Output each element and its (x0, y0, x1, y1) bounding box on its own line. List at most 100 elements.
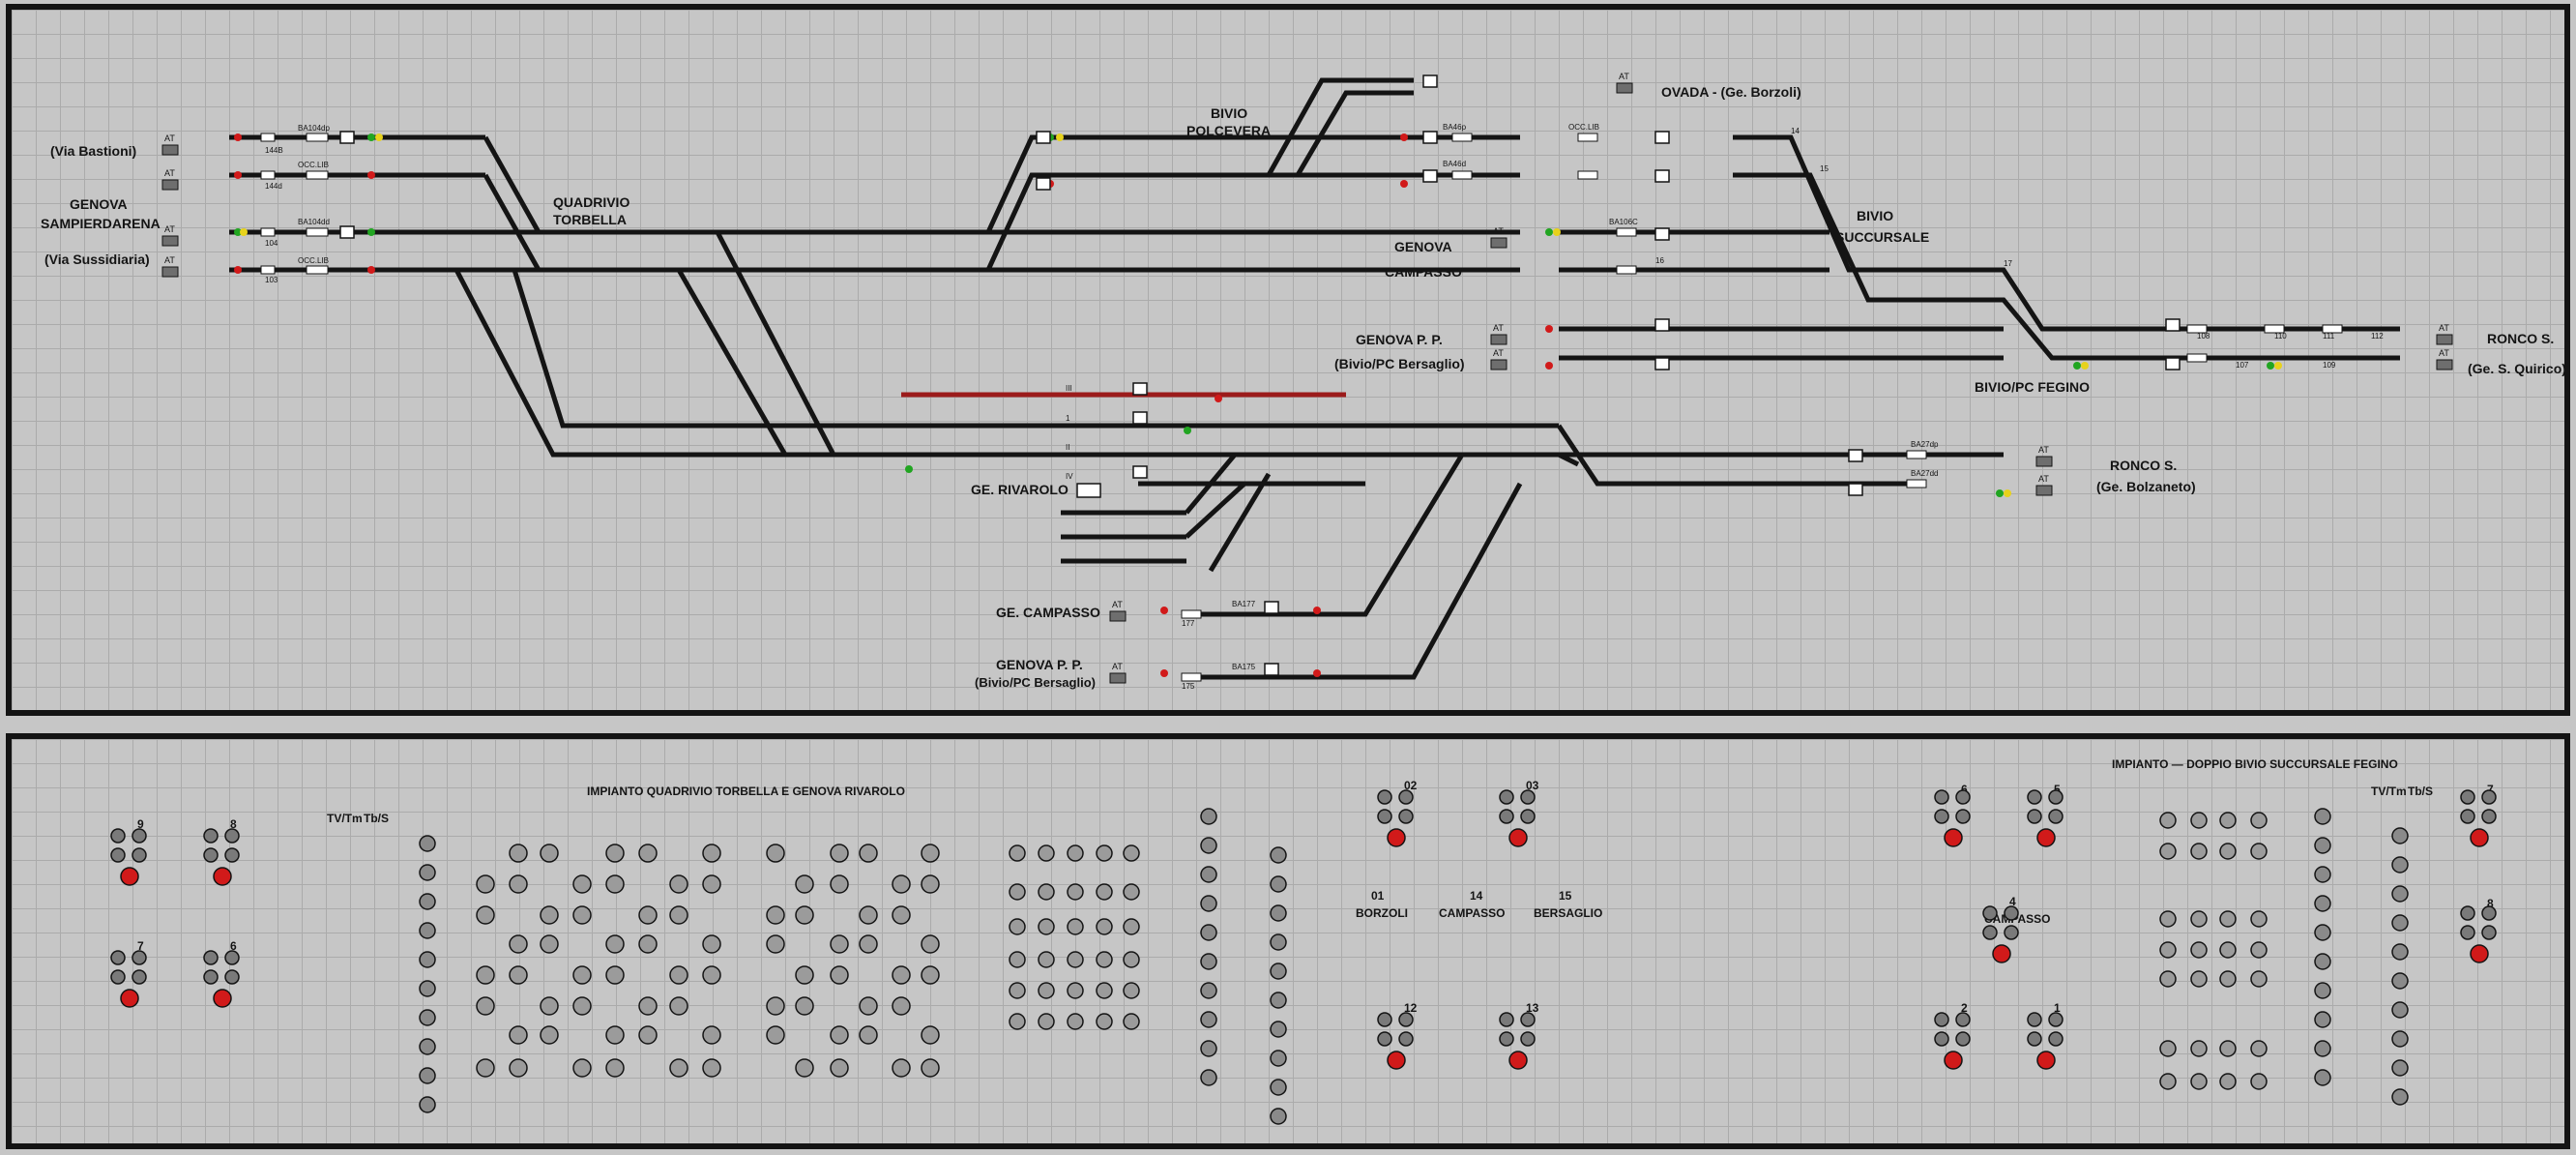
at-button[interactable] (1109, 672, 1127, 684)
signal-green[interactable] (2267, 362, 2274, 370)
control-button[interactable] (2190, 910, 2208, 928)
control-button[interactable] (540, 1025, 559, 1045)
control-button[interactable] (1200, 924, 1217, 941)
signal-green[interactable] (1184, 427, 1191, 434)
control-button[interactable] (1934, 789, 1949, 805)
control-button[interactable] (1200, 953, 1217, 970)
control-button[interactable] (605, 1025, 625, 1045)
at-button[interactable] (161, 179, 179, 191)
control-button[interactable] (2004, 905, 2019, 921)
control-button[interactable] (1096, 918, 1113, 935)
control-button[interactable] (476, 1058, 495, 1078)
control-button[interactable] (1499, 1031, 1514, 1047)
control-button[interactable] (203, 969, 219, 985)
control-button[interactable] (2190, 970, 2208, 988)
control-button[interactable] (638, 996, 658, 1016)
control-button[interactable] (2048, 789, 2064, 805)
control-button[interactable] (921, 1058, 940, 1078)
block-box[interactable] (1451, 133, 1473, 142)
block-box[interactable] (1616, 227, 1637, 237)
control-button[interactable] (1038, 1013, 1055, 1030)
control-button[interactable] (476, 996, 495, 1016)
control-button[interactable] (2219, 843, 2237, 860)
block-box[interactable] (260, 265, 276, 275)
control-button[interactable] (110, 847, 126, 863)
control-button[interactable] (921, 965, 940, 985)
control-button[interactable] (509, 1058, 528, 1078)
control-button[interactable] (1200, 808, 1217, 825)
control-button[interactable] (2027, 1031, 2042, 1047)
control-button[interactable] (1067, 844, 1084, 862)
control-button[interactable] (1067, 883, 1084, 901)
control-button[interactable] (224, 950, 240, 965)
control-button[interactable] (2190, 941, 2208, 959)
signal-red[interactable] (1400, 133, 1408, 141)
signal-box-icon[interactable] (1264, 601, 1279, 614)
signal-red[interactable] (1545, 325, 1553, 333)
control-button[interactable] (2219, 941, 2237, 959)
control-button[interactable] (2470, 828, 2489, 847)
control-button[interactable] (213, 867, 232, 886)
control-button[interactable] (766, 996, 785, 1016)
control-button[interactable] (476, 965, 495, 985)
signal-box-icon[interactable] (1654, 131, 1670, 144)
track-rivarolo-1[interactable] (512, 269, 1559, 429)
signal-red[interactable] (1215, 395, 1222, 402)
control-button[interactable] (2048, 809, 2064, 824)
control-button[interactable] (2159, 970, 2177, 988)
control-button[interactable] (702, 965, 721, 985)
control-button[interactable] (2314, 866, 2331, 883)
block-box[interactable] (1577, 133, 1598, 142)
signal-box-icon[interactable] (1132, 382, 1148, 396)
control-button[interactable] (1123, 918, 1140, 935)
control-button[interactable] (1096, 883, 1113, 901)
control-button[interactable] (1270, 1021, 1287, 1038)
control-button[interactable] (1038, 982, 1055, 999)
signal-green[interactable] (905, 465, 913, 473)
control-button[interactable] (572, 1058, 592, 1078)
control-button[interactable] (702, 1025, 721, 1045)
control-button[interactable] (1270, 933, 1287, 951)
control-button[interactable] (419, 951, 436, 968)
control-button[interactable] (540, 996, 559, 1016)
control-button[interactable] (2391, 885, 2409, 903)
signal-yellow[interactable] (2081, 362, 2089, 370)
control-button[interactable] (203, 828, 219, 844)
control-button[interactable] (2219, 970, 2237, 988)
control-button[interactable] (1955, 1031, 1971, 1047)
at-button[interactable] (1490, 237, 1508, 249)
control-button[interactable] (638, 934, 658, 954)
control-button[interactable] (224, 828, 240, 844)
control-button[interactable] (1520, 1031, 1536, 1047)
signal-red[interactable] (1160, 669, 1168, 677)
at-button[interactable] (161, 235, 179, 247)
control-button[interactable] (2027, 1012, 2042, 1027)
signal-yellow[interactable] (2274, 362, 2282, 370)
control-button[interactable] (2314, 808, 2331, 825)
block-box[interactable] (2186, 353, 2208, 363)
signal-yellow[interactable] (1056, 133, 1064, 141)
at-button[interactable] (161, 144, 179, 156)
signal-box-icon[interactable] (2165, 318, 2181, 332)
track-crossover-2[interactable] (715, 230, 836, 457)
control-button[interactable] (2470, 944, 2489, 963)
signal-red[interactable] (367, 266, 375, 274)
control-button[interactable] (572, 905, 592, 925)
control-button[interactable] (2250, 970, 2268, 988)
control-button[interactable] (1982, 905, 1998, 921)
control-button[interactable] (1038, 844, 1055, 862)
control-button[interactable] (540, 934, 559, 954)
control-button[interactable] (1200, 1069, 1217, 1086)
at-button[interactable] (1490, 334, 1508, 345)
control-button[interactable] (2460, 905, 2475, 921)
control-button[interactable] (892, 965, 911, 985)
control-button[interactable] (702, 934, 721, 954)
control-button[interactable] (1123, 844, 1140, 862)
control-button[interactable] (1038, 918, 1055, 935)
control-button[interactable] (419, 1038, 436, 1055)
track-succursale-1[interactable] (1733, 134, 2400, 332)
signal-red[interactable] (1545, 362, 1553, 370)
signal-red[interactable] (1400, 180, 1408, 188)
control-button[interactable] (213, 989, 232, 1008)
control-button[interactable] (1508, 828, 1528, 847)
